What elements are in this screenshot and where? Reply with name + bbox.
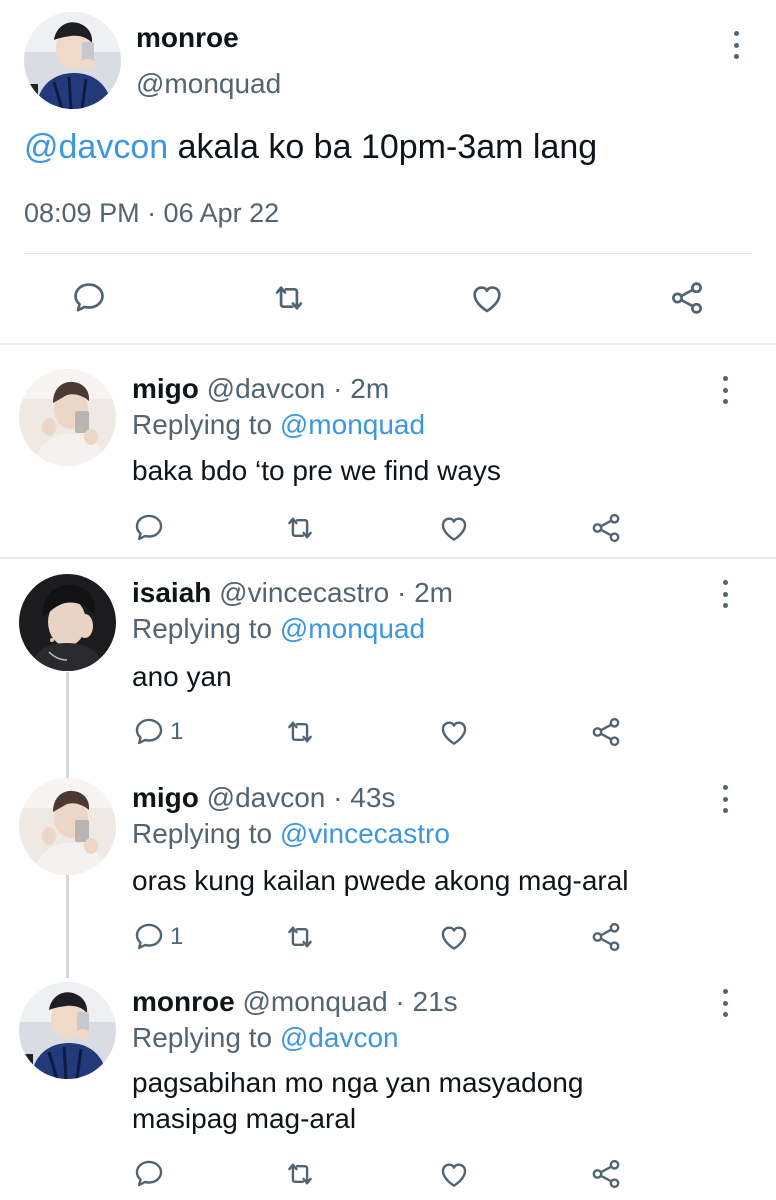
more-icon[interactable] [730, 31, 742, 59]
replying-to: Replying to @vincecastro [132, 818, 450, 850]
comment-icon [132, 715, 166, 749]
more-icon[interactable] [719, 989, 731, 1017]
share-button[interactable] [589, 511, 623, 545]
like-button[interactable] [468, 279, 506, 317]
retweet-button[interactable] [283, 715, 317, 749]
reply-count: 1 [170, 923, 184, 950]
reply-tweet: isaiah @vincecastro · 2m Replying to @mo… [0, 559, 776, 765]
retweet-icon [283, 715, 317, 749]
reply-header: migo @davcon · 43s [132, 782, 395, 814]
more-icon[interactable] [719, 785, 731, 813]
share-icon [668, 279, 706, 317]
comment-button[interactable] [70, 279, 108, 317]
avatar[interactable] [19, 369, 116, 466]
retweet-button[interactable] [283, 920, 317, 954]
author-name[interactable]: isaiah [132, 577, 211, 608]
mention-link[interactable]: @monquad [280, 409, 425, 440]
reply-header: isaiah @vincecastro · 2m [132, 577, 453, 609]
replying-label: Replying to [132, 409, 280, 440]
share-button[interactable] [668, 279, 706, 317]
tweet-text: @davcon akala ko ba 10pm-3am lang [24, 128, 597, 167]
avatar[interactable] [24, 12, 121, 109]
like-icon [437, 715, 471, 749]
author-meta: @vincecastro · 2m [211, 577, 453, 608]
like-button[interactable] [437, 920, 471, 954]
share-icon [589, 511, 623, 545]
comment-button[interactable] [132, 511, 170, 545]
more-icon[interactable] [719, 376, 731, 404]
reply-header: migo @davcon · 2m [132, 373, 389, 405]
reply-text-line: pagsabihan mo nga yan masyadong [132, 1067, 584, 1098]
comment-button[interactable]: 1 [132, 715, 183, 749]
share-icon [589, 1157, 623, 1191]
like-icon [468, 279, 506, 317]
reply-count: 1 [170, 718, 184, 745]
reply-text-line: masipag mag-aral [132, 1103, 357, 1134]
retweet-icon [270, 279, 308, 317]
share-button[interactable] [589, 920, 623, 954]
like-button[interactable] [437, 511, 471, 545]
avatar[interactable] [19, 778, 116, 875]
author-handle[interactable]: @monquad [136, 68, 281, 100]
mention-link[interactable]: @vincecastro [280, 818, 450, 849]
like-icon [437, 920, 471, 954]
divider [24, 253, 752, 254]
main-tweet: monroe @monquad @davcon akala ko ba 10pm… [0, 0, 776, 343]
tweet-body: akala ko ba 10pm-3am lang [168, 128, 598, 166]
retweet-icon [283, 1157, 317, 1191]
retweet-button[interactable] [270, 279, 308, 317]
mention-link[interactable]: @davcon [280, 1022, 399, 1053]
share-icon [589, 920, 623, 954]
comment-button[interactable] [132, 1157, 170, 1191]
replying-label: Replying to [132, 818, 280, 849]
mention-link[interactable]: @monquad [280, 613, 425, 644]
replying-to: Replying to @davcon [132, 1022, 399, 1054]
author-name[interactable]: monroe [132, 986, 235, 1017]
comment-icon [132, 1157, 166, 1191]
reply-text: ano yan [132, 661, 232, 692]
like-icon [437, 1157, 471, 1191]
author-name[interactable]: migo [132, 782, 199, 813]
reply-tweet: migo @davcon · 43s Replying to @vincecas… [0, 765, 776, 969]
author-meta: @davcon · 2m [198, 373, 390, 404]
share-button[interactable] [589, 715, 623, 749]
avatar[interactable] [19, 982, 116, 1079]
reply-text: oras kung kailan pwede akong mag-aral [132, 865, 629, 896]
avatar[interactable] [19, 574, 116, 671]
comment-icon [70, 279, 108, 317]
reply-text: baka bdo ‘to pre we find ways [132, 455, 501, 486]
replying-label: Replying to [132, 1022, 280, 1053]
comment-button[interactable]: 1 [132, 920, 183, 954]
like-button[interactable] [437, 715, 471, 749]
replying-to: Replying to @monquad [132, 613, 425, 645]
reply-tweet: migo @davcon · 2m Replying to @monquad b… [0, 345, 776, 557]
more-icon[interactable] [719, 580, 731, 608]
share-button[interactable] [589, 1157, 623, 1191]
replying-to: Replying to @monquad [132, 409, 425, 441]
retweet-icon [283, 511, 317, 545]
mention-link[interactable]: @davcon [24, 128, 168, 166]
reply-header: monroe @monquad · 21s [132, 986, 458, 1018]
reply-text: pagsabihan mo nga yan masyadong masipag … [132, 1065, 732, 1137]
author-meta: @davcon · 43s [198, 782, 396, 813]
author-name[interactable]: migo [132, 373, 199, 404]
tweet-timestamp[interactable]: 08:09 PM · 06 Apr 22 [24, 198, 279, 229]
retweet-button[interactable] [283, 1157, 317, 1191]
reply-tweet: monroe @monquad · 21s Replying to @davco… [0, 969, 776, 1200]
retweet-icon [283, 920, 317, 954]
replying-label: Replying to [132, 613, 280, 644]
comment-icon [132, 511, 166, 545]
like-button[interactable] [437, 1157, 471, 1191]
author-name[interactable]: monroe [136, 22, 239, 54]
retweet-button[interactable] [283, 511, 317, 545]
author-meta: @monquad · 21s [234, 986, 458, 1017]
share-icon [589, 715, 623, 749]
like-icon [437, 511, 471, 545]
comment-icon [132, 920, 166, 954]
